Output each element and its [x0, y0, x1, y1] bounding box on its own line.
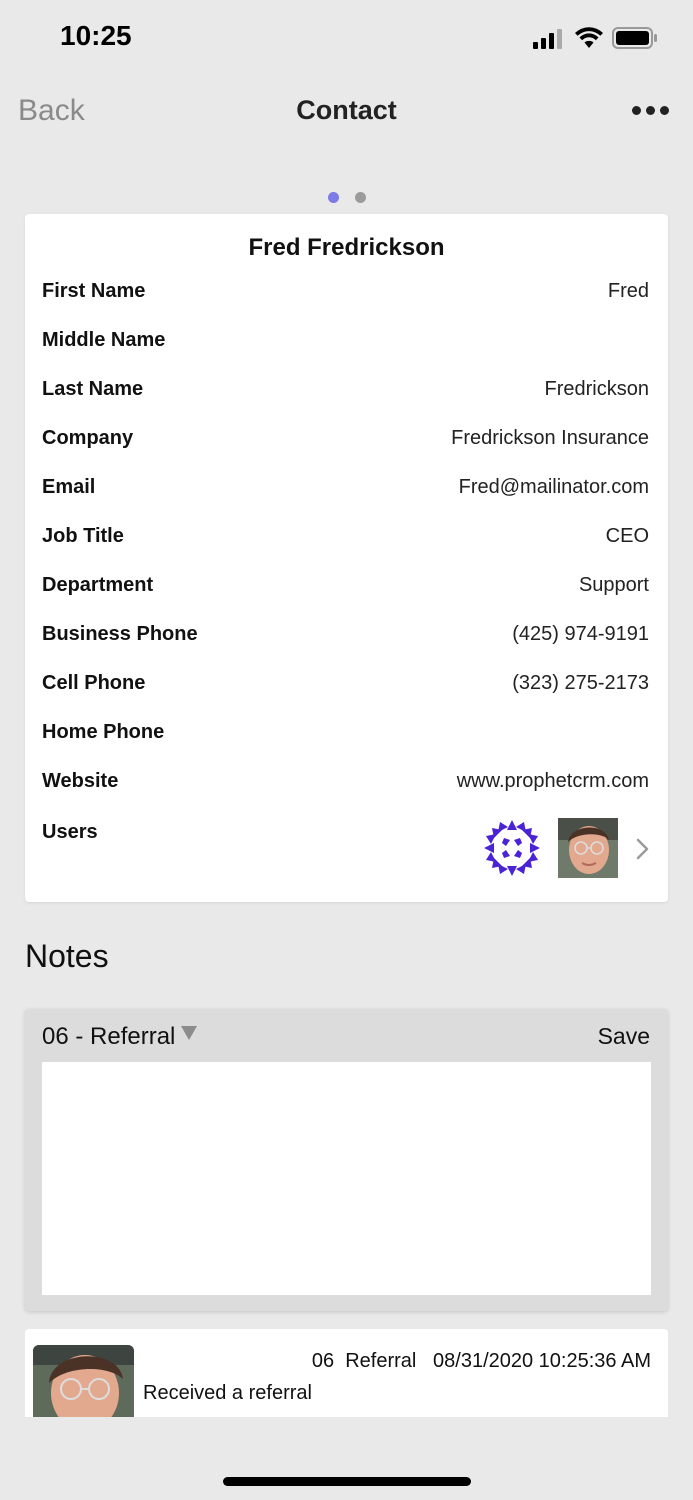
- more-dot-icon: [632, 106, 641, 115]
- field-value: Fred: [607, 280, 649, 302]
- note-list-item[interactable]: 06 Referral 08/31/2020 10:25:36 AM Recei…: [25, 1329, 668, 1417]
- dropdown-arrow-icon: [181, 1026, 198, 1040]
- field-label: Middle Name: [42, 329, 166, 351]
- chevron-right-icon: [636, 838, 649, 860]
- website-link[interactable]: www.prophetcrm.com: [457, 770, 649, 793]
- users-label: Users: [42, 821, 98, 843]
- note-meta: 06 Referral 08/31/2020 10:25:36 AM: [312, 1350, 651, 1373]
- field-company: Company Fredrickson Insurance: [25, 427, 668, 457]
- status-time: 10:25: [60, 20, 132, 51]
- note-type-code: 06: [311, 1350, 335, 1372]
- note-text: Received a referral: [143, 1382, 312, 1404]
- field-home-phone: Home Phone: [25, 721, 668, 751]
- field-first-name: First Name Fred: [25, 280, 668, 310]
- note-type-select[interactable]: 06 - Referral: [42, 1023, 198, 1053]
- back-button[interactable]: Back: [18, 94, 85, 128]
- field-value: Fredrickson Insurance: [451, 427, 649, 449]
- field-label: Cell Phone: [42, 672, 146, 694]
- note-author-avatar: [33, 1345, 134, 1417]
- field-label: Business Phone: [42, 623, 198, 645]
- field-label: First Name: [42, 280, 146, 302]
- field-website: Website www.prophetcrm.com: [25, 770, 668, 800]
- user-avatar: [558, 818, 618, 878]
- wifi-icon: [575, 27, 603, 48]
- more-dot-icon: [660, 106, 669, 115]
- field-label: Home Phone: [42, 721, 165, 743]
- navigation-bar: Back Contact: [0, 76, 693, 146]
- contact-screen: 10:25 Back Contact Fred Fredrickson Firs…: [0, 0, 693, 1500]
- more-dot-icon: [646, 106, 655, 115]
- field-label: Job Title: [42, 525, 124, 547]
- page-title: Contact: [296, 95, 397, 125]
- field-label: Company: [42, 427, 134, 449]
- field-email: Email Fred@mailinator.com: [25, 476, 668, 506]
- home-indicator[interactable]: [223, 1477, 471, 1486]
- field-value: Fredrickson: [544, 378, 649, 400]
- field-cell-phone: Cell Phone (323) 275-2173: [25, 672, 668, 702]
- business-phone-link[interactable]: (425) 974-9191: [512, 623, 649, 646]
- note-type-value: 06 - Referral: [42, 1023, 176, 1050]
- more-options-button[interactable]: [628, 98, 674, 122]
- note-timestamp: 08/31/2020 10:25:36 AM: [433, 1350, 651, 1372]
- field-value: CEO: [605, 525, 649, 547]
- status-bar: 10:25: [0, 0, 693, 76]
- page-dot-inactive[interactable]: [355, 192, 366, 203]
- field-label: Email: [42, 476, 96, 498]
- contact-name: Fred Fredrickson: [248, 234, 445, 261]
- field-label: Department: [42, 574, 154, 596]
- users-row[interactable]: Users: [25, 818, 668, 888]
- page-indicator[interactable]: [0, 192, 693, 204]
- notes-heading: Notes: [25, 938, 109, 974]
- page-dot-active[interactable]: [328, 192, 339, 203]
- cellular-signal-icon: [533, 29, 562, 49]
- email-link[interactable]: Fred@mailinator.com: [459, 476, 649, 499]
- field-label: Last Name: [42, 378, 144, 400]
- field-label: Website: [42, 770, 119, 792]
- field-business-phone: Business Phone (425) 974-9191: [25, 623, 668, 653]
- battery-icon: [612, 27, 657, 49]
- contact-card: Fred Fredrickson First Name Fred Middle …: [25, 214, 668, 902]
- field-job-title: Job Title CEO: [25, 525, 668, 555]
- organization-logo-icon: [484, 820, 540, 876]
- save-note-button[interactable]: Save: [598, 1023, 650, 1050]
- field-value: Support: [578, 574, 649, 596]
- note-textarea[interactable]: [42, 1062, 651, 1295]
- cell-phone-link[interactable]: (323) 275-2173: [512, 672, 649, 695]
- field-department: Department Support: [25, 574, 668, 604]
- note-type-name: Referral: [345, 1350, 417, 1372]
- field-last-name: Last Name Fredrickson: [25, 378, 668, 408]
- field-middle-name: Middle Name: [25, 329, 668, 359]
- note-editor: 06 - Referral Save: [25, 1009, 668, 1311]
